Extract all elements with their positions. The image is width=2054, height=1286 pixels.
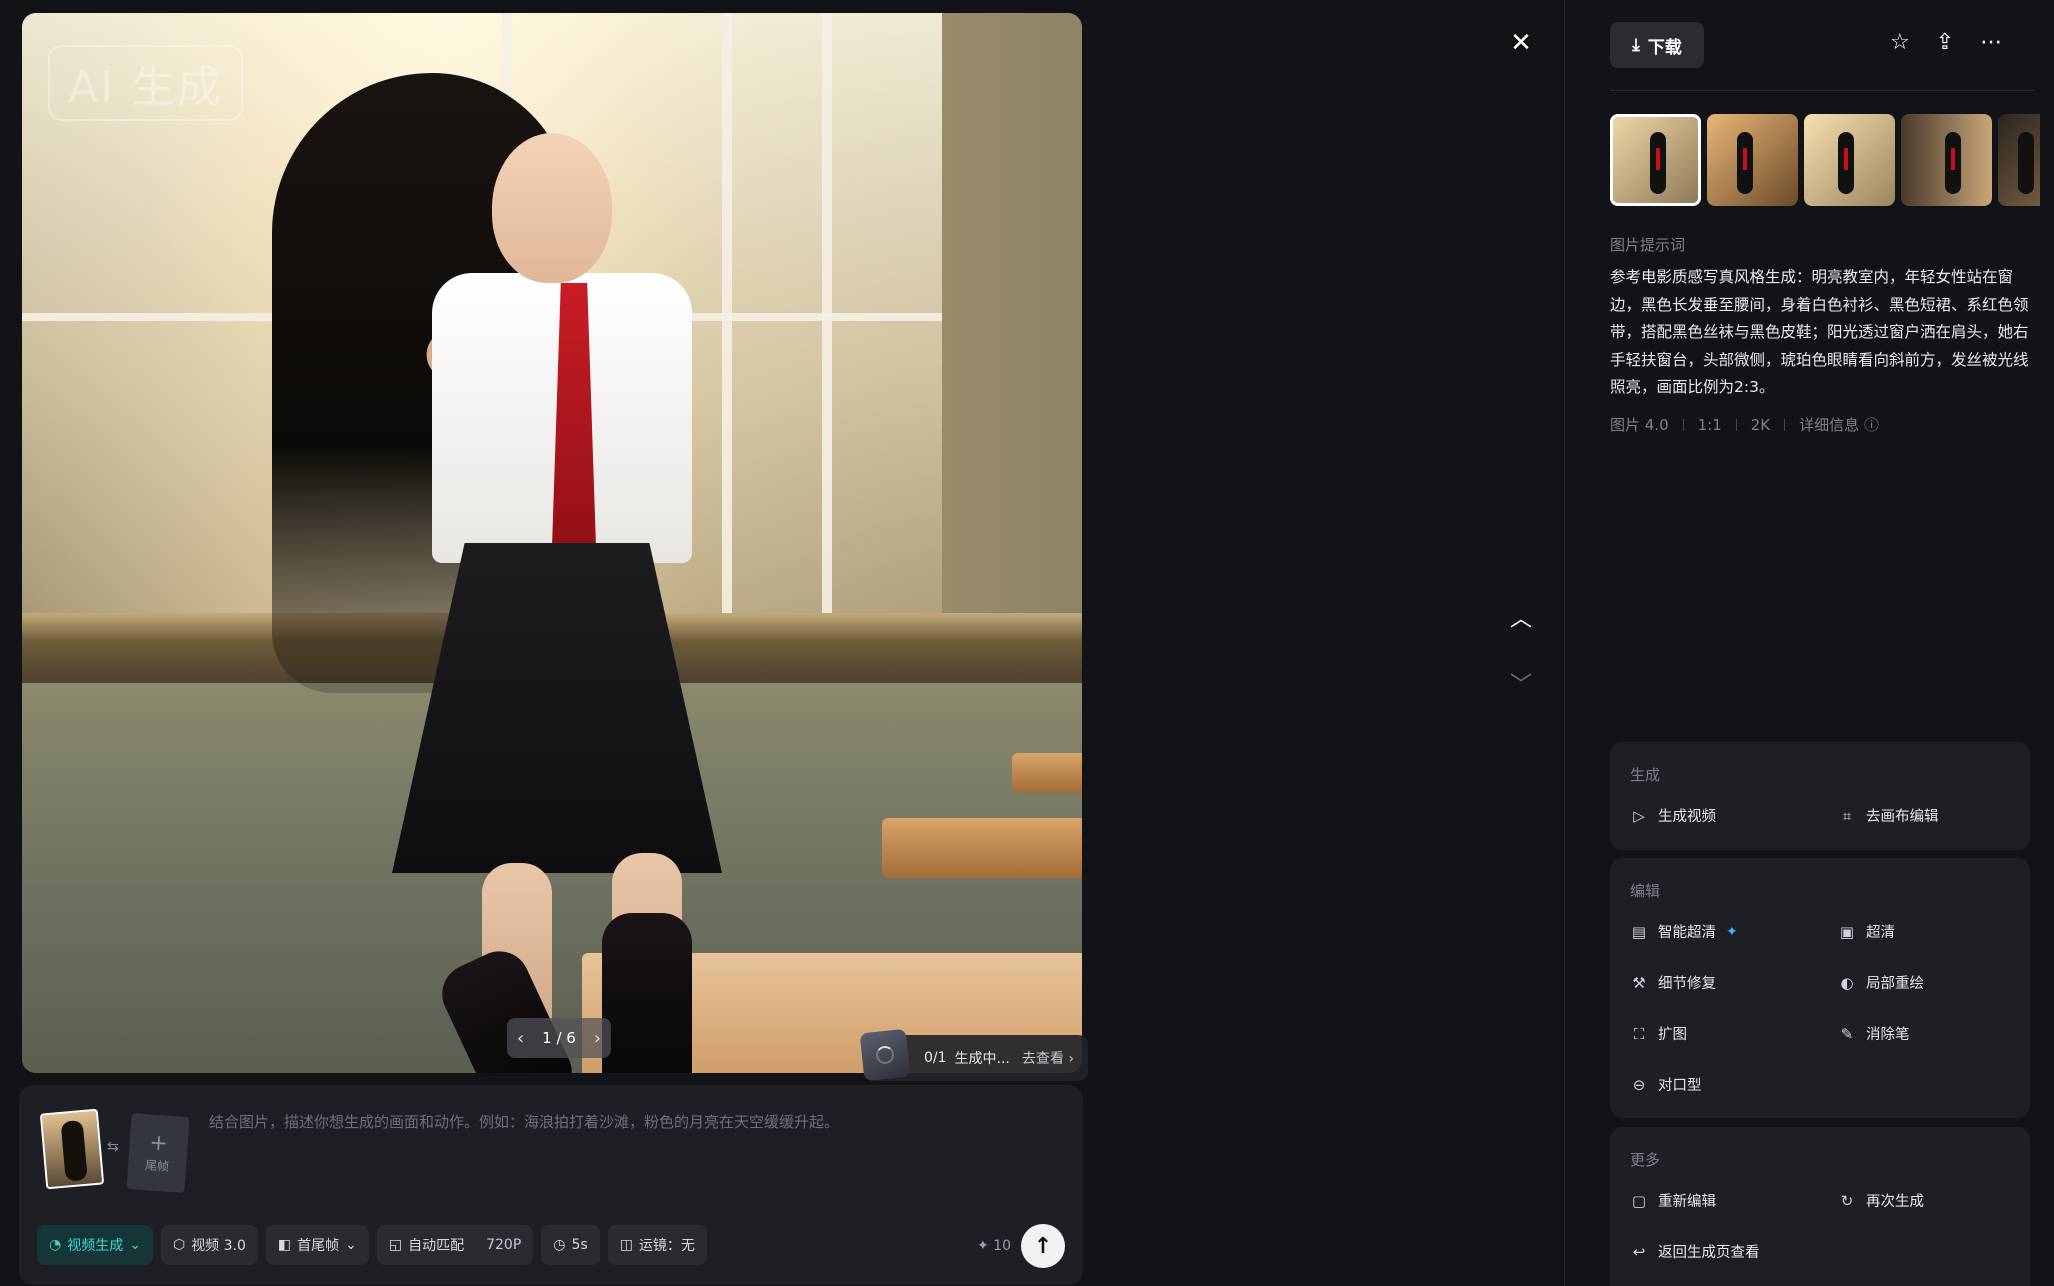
swap-frames-icon[interactable]: ⇆ bbox=[107, 1139, 119, 1155]
thumbnail[interactable] bbox=[1901, 114, 1992, 206]
edit-icon: ▢ bbox=[1631, 1191, 1647, 1210]
inpaint-button[interactable]: ◐ 局部重绘 bbox=[1838, 972, 2028, 993]
cube-icon: ⬡ bbox=[172, 1237, 186, 1253]
chevron-left-icon[interactable]: ‹ bbox=[517, 1028, 524, 1049]
main-image[interactable]: AI 生成 ‹ 1 / 6 › bbox=[22, 13, 1082, 1073]
thumbnail[interactable] bbox=[1610, 114, 1701, 206]
thumbnail[interactable] bbox=[1707, 114, 1798, 206]
chevron-down-icon: ⌄ bbox=[345, 1237, 357, 1253]
generate-title: 生成 bbox=[1630, 766, 1661, 784]
chevron-down-icon: ⌄ bbox=[129, 1237, 141, 1253]
upscale-button[interactable]: ▣ 超清 bbox=[1838, 921, 2028, 942]
eraser-icon: ✎ bbox=[1840, 1024, 1854, 1043]
back-to-generate-button[interactable]: ↩ 返回生成页查看 bbox=[1630, 1241, 1838, 1262]
magic-wand-icon: ⚒ bbox=[1632, 973, 1646, 992]
more-icon[interactable]: ⋯ bbox=[1980, 30, 2002, 55]
prompt-section-label: 图片提示词 bbox=[1610, 236, 1686, 254]
model-version: 图片 4.0 bbox=[1610, 416, 1669, 434]
edit-card: 编辑 ▤ 智能超清 ✦ ▣ 超清 ⚒ 细节修复 ◐ 局部重绘 ⛶ 扩图 ✎ 消除笔 ⊖ 对口型 bbox=[1610, 858, 2030, 1118]
duration-select[interactable]: ◷ 5s bbox=[541, 1225, 600, 1265]
tail-frame-label: 尾帧 bbox=[144, 1157, 170, 1174]
crop-icon: ⌗ bbox=[1842, 806, 1852, 825]
clock-icon: ◷ bbox=[553, 1237, 566, 1253]
generation-thumbnail bbox=[859, 1028, 911, 1082]
aspect-ratio-icon: ◱ bbox=[388, 1237, 403, 1253]
credit-cost: ✦ 10 bbox=[977, 1238, 1012, 1254]
sparkle-icon: ✦ bbox=[1726, 923, 1738, 940]
first-frame-image[interactable] bbox=[39, 1108, 105, 1190]
loading-spinner-icon bbox=[875, 1045, 895, 1065]
subject-figure bbox=[262, 53, 722, 1073]
brush-icon: ◐ bbox=[1840, 973, 1854, 992]
regenerate-button[interactable]: ↻ 再次生成 bbox=[1838, 1190, 2028, 1211]
ratio-resolution-select[interactable]: ◱ 自动匹配 720P bbox=[376, 1225, 534, 1265]
image-meta: 图片 4.0 1:1 2K 详细信息 ⓘ bbox=[1610, 414, 1879, 435]
generation-status[interactable]: 0/1 生成中... 去查看 › bbox=[859, 1028, 1088, 1082]
sparkle-icon: ✦ bbox=[977, 1238, 989, 1254]
details-link[interactable]: 详细信息 ⓘ bbox=[1799, 414, 1879, 435]
more-title: 更多 bbox=[1630, 1151, 1661, 1169]
chevron-right-icon[interactable]: › bbox=[594, 1028, 601, 1049]
arrow-up-icon: ↑ bbox=[1033, 1233, 1053, 1259]
detail-repair-button[interactable]: ⚒ 细节修复 bbox=[1630, 972, 1838, 993]
canvas-edit-button[interactable]: ⌗ 去画布编辑 bbox=[1838, 805, 2028, 826]
lip-sync-button[interactable]: ⊖ 对口型 bbox=[1630, 1074, 1838, 1095]
camera-icon: ◫ bbox=[619, 1237, 633, 1253]
quality: 2K bbox=[1750, 415, 1771, 434]
chevron-down-icon[interactable]: ﹀ bbox=[1506, 668, 1536, 698]
prompt-input[interactable]: 结合图片，描述你想生成的画面和动作。例如：海浪拍打着沙滩，粉色的月亮在天空缓缓升… bbox=[209, 1111, 1049, 1134]
page-indicator: 1 / 6 bbox=[542, 1029, 576, 1047]
download-icon: ⤓ bbox=[1632, 35, 1640, 55]
share-icon[interactable]: ⇪ bbox=[1936, 30, 1954, 55]
star-icon[interactable]: ☆ bbox=[1890, 30, 1910, 55]
frames-icon: ◧ bbox=[277, 1237, 292, 1253]
chevron-up-icon[interactable]: ︿ bbox=[1506, 602, 1536, 632]
mode-select[interactable]: ◔ 视频生成 ⌄ bbox=[37, 1225, 153, 1265]
thumbnail[interactable] bbox=[1998, 114, 2040, 206]
generate-card: 生成 ▷ 生成视频 ⌗ 去画布编辑 bbox=[1610, 742, 2030, 850]
hd-icon: ▣ bbox=[1839, 922, 1855, 941]
return-icon: ↩ bbox=[1632, 1242, 1646, 1261]
more-card: 更多 ▢ 重新编辑 ↻ 再次生成 ↩ 返回生成页查看 bbox=[1610, 1127, 2030, 1286]
generation-text: 生成中... bbox=[954, 1051, 1010, 1067]
desk bbox=[1012, 753, 1082, 793]
info-icon: ⓘ bbox=[1863, 416, 1879, 434]
lips-icon: ⊖ bbox=[1632, 1075, 1646, 1094]
generate-video-button[interactable]: ▷ 生成视频 bbox=[1630, 805, 1838, 826]
hd-plus-icon: ▤ bbox=[1631, 922, 1647, 941]
thumbnail[interactable] bbox=[1804, 114, 1895, 206]
camera-move-select[interactable]: ◫ 运镜：无 bbox=[607, 1225, 707, 1265]
close-icon[interactable]: ✕ bbox=[1506, 28, 1536, 58]
eraser-button[interactable]: ✎ 消除笔 bbox=[1838, 1023, 2028, 1044]
video-generate-icon: ◔ bbox=[49, 1237, 62, 1253]
image-prompt-text: 参考电影质感写真风格生成：明亮教室内，年轻女性站在窗边，黑色长发垂至腰间，身着白… bbox=[1610, 268, 2029, 396]
model-select[interactable]: ⬡ 视频 3.0 bbox=[160, 1225, 258, 1265]
smart-upscale-button[interactable]: ▤ 智能超清 ✦ bbox=[1630, 921, 1838, 942]
add-tail-frame-button[interactable]: + 尾帧 bbox=[126, 1113, 190, 1193]
aspect-ratio: 1:1 bbox=[1697, 415, 1722, 434]
edit-title: 编辑 bbox=[1630, 882, 1661, 900]
image-pager: ‹ 1 / 6 › bbox=[507, 1018, 611, 1058]
panel-divider bbox=[1564, 0, 1565, 1286]
header-divider bbox=[1610, 90, 2034, 91]
panel-actions: ☆ ⇪ ⋯ bbox=[1890, 30, 2002, 55]
refresh-icon: ↻ bbox=[1840, 1191, 1854, 1210]
prompt-composer: ⇆ + 尾帧 结合图片，描述你想生成的画面和动作。例如：海浪拍打着沙滩，粉色的月… bbox=[19, 1085, 1083, 1285]
play-icon: ▷ bbox=[1633, 806, 1645, 825]
generation-toolbar: ◔ 视频生成 ⌄ ⬡ 视频 3.0 ◧ 首尾帧 ⌄ ◱ 自动匹配 720P ◷ … bbox=[37, 1225, 707, 1265]
plus-icon: + bbox=[148, 1129, 169, 1157]
download-button[interactable]: ⤓ 下载 bbox=[1610, 22, 1704, 68]
expand-icon: ⛶ bbox=[1633, 1024, 1645, 1043]
ai-generated-watermark: AI 生成 bbox=[48, 45, 244, 121]
desk bbox=[882, 818, 1082, 878]
generation-count: 0/1 bbox=[924, 1050, 947, 1066]
send-button[interactable]: ↑ bbox=[1021, 1224, 1065, 1268]
thumbnail-strip bbox=[1610, 114, 2040, 206]
re-edit-button[interactable]: ▢ 重新编辑 bbox=[1630, 1190, 1838, 1211]
outpaint-button[interactable]: ⛶ 扩图 bbox=[1630, 1023, 1838, 1044]
view-generation-link[interactable]: 去查看 › bbox=[1022, 1048, 1074, 1068]
frames-select[interactable]: ◧ 首尾帧 ⌄ bbox=[265, 1225, 369, 1265]
